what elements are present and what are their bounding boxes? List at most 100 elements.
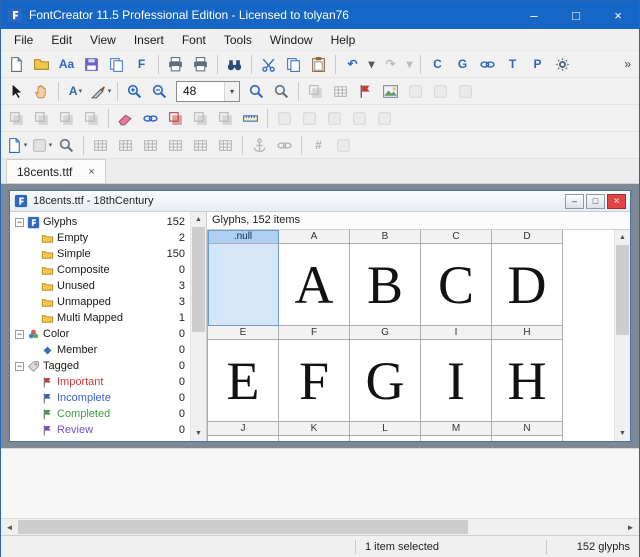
glyph-cell-null[interactable]: .null xyxy=(208,230,279,326)
tree-item-glyphs[interactable]: − Glyphs 152 xyxy=(10,214,190,230)
scrollbar-thumb[interactable] xyxy=(616,245,629,335)
tree-scrollbar[interactable]: ▲ ▼ xyxy=(190,212,206,441)
insert-glyph-button[interactable]: ▾ xyxy=(4,134,29,157)
glyph-cell-F[interactable]: F F xyxy=(279,326,350,422)
subtract-contours-button[interactable] xyxy=(213,107,238,130)
copy-button[interactable] xyxy=(281,53,306,76)
scroll-down-icon[interactable]: ▼ xyxy=(191,426,206,441)
grid-options-button[interactable] xyxy=(328,80,353,103)
copy-as-character-button[interactable]: C xyxy=(425,53,450,76)
metrics-grid-3-button[interactable] xyxy=(138,134,163,157)
menu-item[interactable]: File xyxy=(5,29,42,50)
toolbar-overflow-icon[interactable]: » xyxy=(619,57,636,71)
tree-expander-icon[interactable]: − xyxy=(15,330,24,339)
scrollbar-thumb[interactable] xyxy=(192,227,205,332)
measure-tool-button[interactable] xyxy=(238,107,263,130)
menu-item[interactable]: Window xyxy=(261,29,322,50)
glyph-cell-E[interactable]: E E xyxy=(208,326,279,422)
transform-mode-button[interactable] xyxy=(303,80,328,103)
contour-mode-button[interactable]: A ▾ xyxy=(63,80,88,103)
glyph-cell-G[interactable]: G G xyxy=(350,326,421,422)
contour-tool-5-button[interactable] xyxy=(372,107,397,130)
export-font-button[interactable]: F xyxy=(129,53,154,76)
glyph-cell-A[interactable]: A A xyxy=(279,230,350,326)
glyph-cell-B[interactable]: B B xyxy=(350,230,421,326)
metrics-grid-1-button[interactable] xyxy=(88,134,113,157)
tree-item-tagged[interactable]: − Tagged 0 xyxy=(10,358,190,374)
metrics-grid-2-button[interactable] xyxy=(113,134,138,157)
contour-eraser-button[interactable] xyxy=(113,107,138,130)
paste-button[interactable] xyxy=(306,53,331,76)
link-button[interactable] xyxy=(475,53,500,76)
extra-tool-button[interactable] xyxy=(331,134,356,157)
transform-rotate-button[interactable] xyxy=(29,107,54,130)
menu-item[interactable]: View xyxy=(81,29,125,50)
title-bar[interactable]: FontCreator 11.5 Professional Edition - … xyxy=(1,1,639,29)
scroll-down-icon[interactable]: ▼ xyxy=(615,426,630,441)
close-button[interactable]: × xyxy=(597,1,639,29)
glyph-cell-L[interactable]: L L xyxy=(350,422,421,442)
tree-expander-icon[interactable]: − xyxy=(15,218,24,227)
glyph-cell-K[interactable]: K K xyxy=(279,422,350,442)
background-image-button[interactable] xyxy=(378,80,403,103)
save-button[interactable] xyxy=(79,53,104,76)
scroll-right-icon[interactable]: ► xyxy=(622,519,639,535)
transform-skew-button[interactable] xyxy=(4,107,29,130)
minimize-button[interactable]: – xyxy=(513,1,555,29)
print-preview-button[interactable] xyxy=(188,53,213,76)
document-window-titlebar[interactable]: 18cents.ttf - 18thCentury – □ × xyxy=(10,191,630,212)
glyph-cell-M[interactable]: M M xyxy=(421,422,492,442)
metrics-grid-6-button[interactable] xyxy=(213,134,238,157)
glyph-flag-button[interactable] xyxy=(353,80,378,103)
contour-tool-4-button[interactable] xyxy=(347,107,372,130)
scroll-up-icon[interactable]: ▲ xyxy=(191,212,206,227)
tree-item-color[interactable]: − Color 0 xyxy=(10,326,190,342)
save-all-button[interactable] xyxy=(104,53,129,76)
tree-item-completed[interactable]: Completed 0 xyxy=(10,406,190,422)
transform-scale-button[interactable] xyxy=(54,107,79,130)
overlap-highlight-button[interactable] xyxy=(163,107,188,130)
anchor-button[interactable] xyxy=(247,134,272,157)
pan-tool-button[interactable] xyxy=(29,80,54,103)
print-button[interactable] xyxy=(163,53,188,76)
properties-button[interactable]: P xyxy=(525,53,550,76)
tool-option-3-button[interactable] xyxy=(453,80,478,103)
insert-character-button[interactable]: ▾ xyxy=(29,134,54,157)
tree-item-simple[interactable]: Simple 150 xyxy=(10,246,190,262)
insert-text-link-button[interactable]: T xyxy=(500,53,525,76)
tree-item-incomplete[interactable]: Incomplete 0 xyxy=(10,390,190,406)
tree-item-composite[interactable]: Composite 0 xyxy=(10,262,190,278)
glyph-cell-D[interactable]: D D xyxy=(492,230,563,326)
cut-button[interactable] xyxy=(256,53,281,76)
tree-item-multi-mapped[interactable]: Multi Mapped 1 xyxy=(10,310,190,326)
glyph-cell-N[interactable]: N N xyxy=(492,422,563,442)
settings-button[interactable] xyxy=(550,53,575,76)
new-font-button[interactable] xyxy=(4,53,29,76)
union-contours-button[interactable] xyxy=(188,107,213,130)
tree-item-empty[interactable]: Empty 2 xyxy=(10,230,190,246)
glyph-cell-J[interactable]: J J xyxy=(208,422,279,442)
maximize-button[interactable]: □ xyxy=(555,1,597,29)
zoom-to-selection-button[interactable] xyxy=(244,80,269,103)
metrics-grid-4-button[interactable] xyxy=(163,134,188,157)
tab-18cents[interactable]: 18cents.ttf × xyxy=(6,159,106,183)
tree-item-workspace[interactable]: Workspace xyxy=(10,438,190,441)
zoom-out-button[interactable] xyxy=(147,80,172,103)
menu-item[interactable]: Tools xyxy=(215,29,261,50)
tree-item-unused[interactable]: Unused 3 xyxy=(10,278,190,294)
zoom-level-combo[interactable]: 48 ▾ xyxy=(176,81,240,102)
knife-tool-button[interactable]: ▾ xyxy=(88,80,113,103)
tool-option-2-button[interactable] xyxy=(428,80,453,103)
freehand-draw-button[interactable] xyxy=(138,107,163,130)
tree-item-member[interactable]: Member 0 xyxy=(10,342,190,358)
transform-mirror-button[interactable] xyxy=(79,107,104,130)
tree-item-review[interactable]: Review 0 xyxy=(10,422,190,438)
copy-as-glyph-button[interactable]: G xyxy=(450,53,475,76)
contour-tool-2-button[interactable] xyxy=(297,107,322,130)
font-overview-button[interactable]: Aa xyxy=(54,53,79,76)
chevron-down-icon[interactable]: ▾ xyxy=(224,82,239,101)
menu-item[interactable]: Help xyxy=(322,29,365,50)
edit-tool-button[interactable] xyxy=(4,80,29,103)
attach-button[interactable] xyxy=(272,134,297,157)
scroll-left-icon[interactable]: ◄ xyxy=(1,519,18,535)
